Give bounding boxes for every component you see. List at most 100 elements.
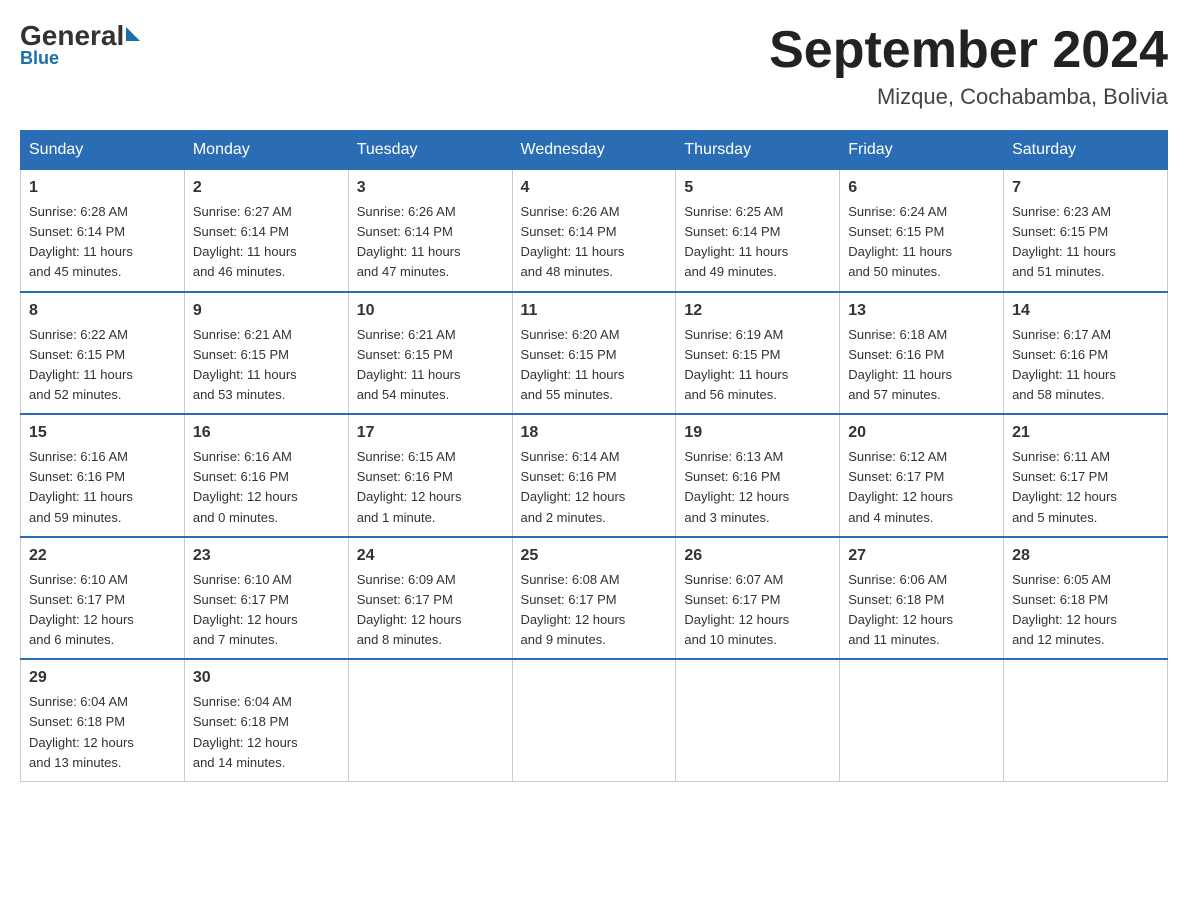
day-info: Sunrise: 6:06 AMSunset: 6:18 PMDaylight:… [848, 570, 995, 651]
day-info: Sunrise: 6:28 AMSunset: 6:14 PMDaylight:… [29, 202, 176, 283]
calendar-day-cell: 12Sunrise: 6:19 AMSunset: 6:15 PMDayligh… [676, 292, 840, 415]
day-number: 3 [357, 176, 504, 200]
day-info: Sunrise: 6:08 AMSunset: 6:17 PMDaylight:… [521, 570, 668, 651]
day-number: 8 [29, 299, 176, 323]
calendar-day-cell: 3Sunrise: 6:26 AMSunset: 6:14 PMDaylight… [348, 170, 512, 292]
day-info: Sunrise: 6:18 AMSunset: 6:16 PMDaylight:… [848, 325, 995, 406]
day-number: 29 [29, 666, 176, 690]
day-number: 12 [684, 299, 831, 323]
calendar-day-cell: 9Sunrise: 6:21 AMSunset: 6:15 PMDaylight… [184, 292, 348, 415]
calendar-week-row: 1Sunrise: 6:28 AMSunset: 6:14 PMDaylight… [21, 170, 1168, 292]
calendar-week-row: 29Sunrise: 6:04 AMSunset: 6:18 PMDayligh… [21, 659, 1168, 781]
calendar-day-cell: 17Sunrise: 6:15 AMSunset: 6:16 PMDayligh… [348, 414, 512, 537]
day-number: 26 [684, 544, 831, 568]
calendar-day-cell: 19Sunrise: 6:13 AMSunset: 6:16 PMDayligh… [676, 414, 840, 537]
day-number: 10 [357, 299, 504, 323]
weekday-header-wednesday: Wednesday [512, 131, 676, 170]
calendar-day-cell: 4Sunrise: 6:26 AMSunset: 6:14 PMDaylight… [512, 170, 676, 292]
day-number: 16 [193, 421, 340, 445]
day-info: Sunrise: 6:14 AMSunset: 6:16 PMDaylight:… [521, 447, 668, 528]
day-info: Sunrise: 6:07 AMSunset: 6:17 PMDaylight:… [684, 570, 831, 651]
day-info: Sunrise: 6:20 AMSunset: 6:15 PMDaylight:… [521, 325, 668, 406]
day-number: 25 [521, 544, 668, 568]
day-info: Sunrise: 6:26 AMSunset: 6:14 PMDaylight:… [357, 202, 504, 283]
day-number: 24 [357, 544, 504, 568]
day-info: Sunrise: 6:04 AMSunset: 6:18 PMDaylight:… [193, 692, 340, 773]
calendar-table: SundayMondayTuesdayWednesdayThursdayFrid… [20, 130, 1168, 782]
weekday-header-friday: Friday [840, 131, 1004, 170]
day-info: Sunrise: 6:10 AMSunset: 6:17 PMDaylight:… [29, 570, 176, 651]
month-year-title: September 2024 [769, 20, 1168, 80]
day-number: 14 [1012, 299, 1159, 323]
calendar-day-cell: 18Sunrise: 6:14 AMSunset: 6:16 PMDayligh… [512, 414, 676, 537]
day-number: 6 [848, 176, 995, 200]
day-info: Sunrise: 6:09 AMSunset: 6:17 PMDaylight:… [357, 570, 504, 651]
day-number: 18 [521, 421, 668, 445]
page-header: General Blue September 2024 Mizque, Coch… [20, 20, 1168, 110]
calendar-week-row: 15Sunrise: 6:16 AMSunset: 6:16 PMDayligh… [21, 414, 1168, 537]
day-info: Sunrise: 6:22 AMSunset: 6:15 PMDaylight:… [29, 325, 176, 406]
day-info: Sunrise: 6:13 AMSunset: 6:16 PMDaylight:… [684, 447, 831, 528]
day-number: 13 [848, 299, 995, 323]
day-number: 17 [357, 421, 504, 445]
day-number: 22 [29, 544, 176, 568]
day-number: 28 [1012, 544, 1159, 568]
calendar-day-cell: 20Sunrise: 6:12 AMSunset: 6:17 PMDayligh… [840, 414, 1004, 537]
calendar-day-cell [1004, 659, 1168, 781]
calendar-day-cell: 29Sunrise: 6:04 AMSunset: 6:18 PMDayligh… [21, 659, 185, 781]
day-number: 23 [193, 544, 340, 568]
calendar-day-cell: 22Sunrise: 6:10 AMSunset: 6:17 PMDayligh… [21, 537, 185, 660]
day-info: Sunrise: 6:16 AMSunset: 6:16 PMDaylight:… [193, 447, 340, 528]
calendar-day-cell: 15Sunrise: 6:16 AMSunset: 6:16 PMDayligh… [21, 414, 185, 537]
calendar-day-cell: 14Sunrise: 6:17 AMSunset: 6:16 PMDayligh… [1004, 292, 1168, 415]
logo: General Blue [20, 20, 140, 69]
day-info: Sunrise: 6:16 AMSunset: 6:16 PMDaylight:… [29, 447, 176, 528]
day-info: Sunrise: 6:10 AMSunset: 6:17 PMDaylight:… [193, 570, 340, 651]
calendar-day-cell [840, 659, 1004, 781]
day-info: Sunrise: 6:04 AMSunset: 6:18 PMDaylight:… [29, 692, 176, 773]
day-number: 19 [684, 421, 831, 445]
day-number: 5 [684, 176, 831, 200]
calendar-day-cell: 10Sunrise: 6:21 AMSunset: 6:15 PMDayligh… [348, 292, 512, 415]
day-info: Sunrise: 6:21 AMSunset: 6:15 PMDaylight:… [357, 325, 504, 406]
weekday-header-tuesday: Tuesday [348, 131, 512, 170]
calendar-day-cell: 7Sunrise: 6:23 AMSunset: 6:15 PMDaylight… [1004, 170, 1168, 292]
weekday-header-row: SundayMondayTuesdayWednesdayThursdayFrid… [21, 131, 1168, 170]
calendar-day-cell [676, 659, 840, 781]
logo-blue-text: Blue [20, 48, 59, 69]
title-section: September 2024 Mizque, Cochabamba, Boliv… [769, 20, 1168, 110]
day-info: Sunrise: 6:25 AMSunset: 6:14 PMDaylight:… [684, 202, 831, 283]
weekday-header-sunday: Sunday [21, 131, 185, 170]
calendar-day-cell: 11Sunrise: 6:20 AMSunset: 6:15 PMDayligh… [512, 292, 676, 415]
calendar-day-cell: 8Sunrise: 6:22 AMSunset: 6:15 PMDaylight… [21, 292, 185, 415]
day-info: Sunrise: 6:23 AMSunset: 6:15 PMDaylight:… [1012, 202, 1159, 283]
day-number: 4 [521, 176, 668, 200]
day-number: 7 [1012, 176, 1159, 200]
calendar-day-cell: 6Sunrise: 6:24 AMSunset: 6:15 PMDaylight… [840, 170, 1004, 292]
calendar-day-cell: 2Sunrise: 6:27 AMSunset: 6:14 PMDaylight… [184, 170, 348, 292]
day-number: 1 [29, 176, 176, 200]
day-number: 21 [1012, 421, 1159, 445]
day-number: 9 [193, 299, 340, 323]
day-info: Sunrise: 6:05 AMSunset: 6:18 PMDaylight:… [1012, 570, 1159, 651]
day-number: 11 [521, 299, 668, 323]
calendar-week-row: 22Sunrise: 6:10 AMSunset: 6:17 PMDayligh… [21, 537, 1168, 660]
day-info: Sunrise: 6:26 AMSunset: 6:14 PMDaylight:… [521, 202, 668, 283]
day-number: 27 [848, 544, 995, 568]
day-info: Sunrise: 6:15 AMSunset: 6:16 PMDaylight:… [357, 447, 504, 528]
calendar-day-cell: 30Sunrise: 6:04 AMSunset: 6:18 PMDayligh… [184, 659, 348, 781]
day-info: Sunrise: 6:12 AMSunset: 6:17 PMDaylight:… [848, 447, 995, 528]
calendar-day-cell: 21Sunrise: 6:11 AMSunset: 6:17 PMDayligh… [1004, 414, 1168, 537]
day-number: 2 [193, 176, 340, 200]
location-subtitle: Mizque, Cochabamba, Bolivia [769, 84, 1168, 110]
day-info: Sunrise: 6:11 AMSunset: 6:17 PMDaylight:… [1012, 447, 1159, 528]
day-info: Sunrise: 6:19 AMSunset: 6:15 PMDaylight:… [684, 325, 831, 406]
day-info: Sunrise: 6:17 AMSunset: 6:16 PMDaylight:… [1012, 325, 1159, 406]
day-number: 30 [193, 666, 340, 690]
day-info: Sunrise: 6:27 AMSunset: 6:14 PMDaylight:… [193, 202, 340, 283]
calendar-day-cell: 25Sunrise: 6:08 AMSunset: 6:17 PMDayligh… [512, 537, 676, 660]
logo-triangle-icon [126, 27, 140, 41]
day-number: 15 [29, 421, 176, 445]
calendar-day-cell: 16Sunrise: 6:16 AMSunset: 6:16 PMDayligh… [184, 414, 348, 537]
weekday-header-saturday: Saturday [1004, 131, 1168, 170]
